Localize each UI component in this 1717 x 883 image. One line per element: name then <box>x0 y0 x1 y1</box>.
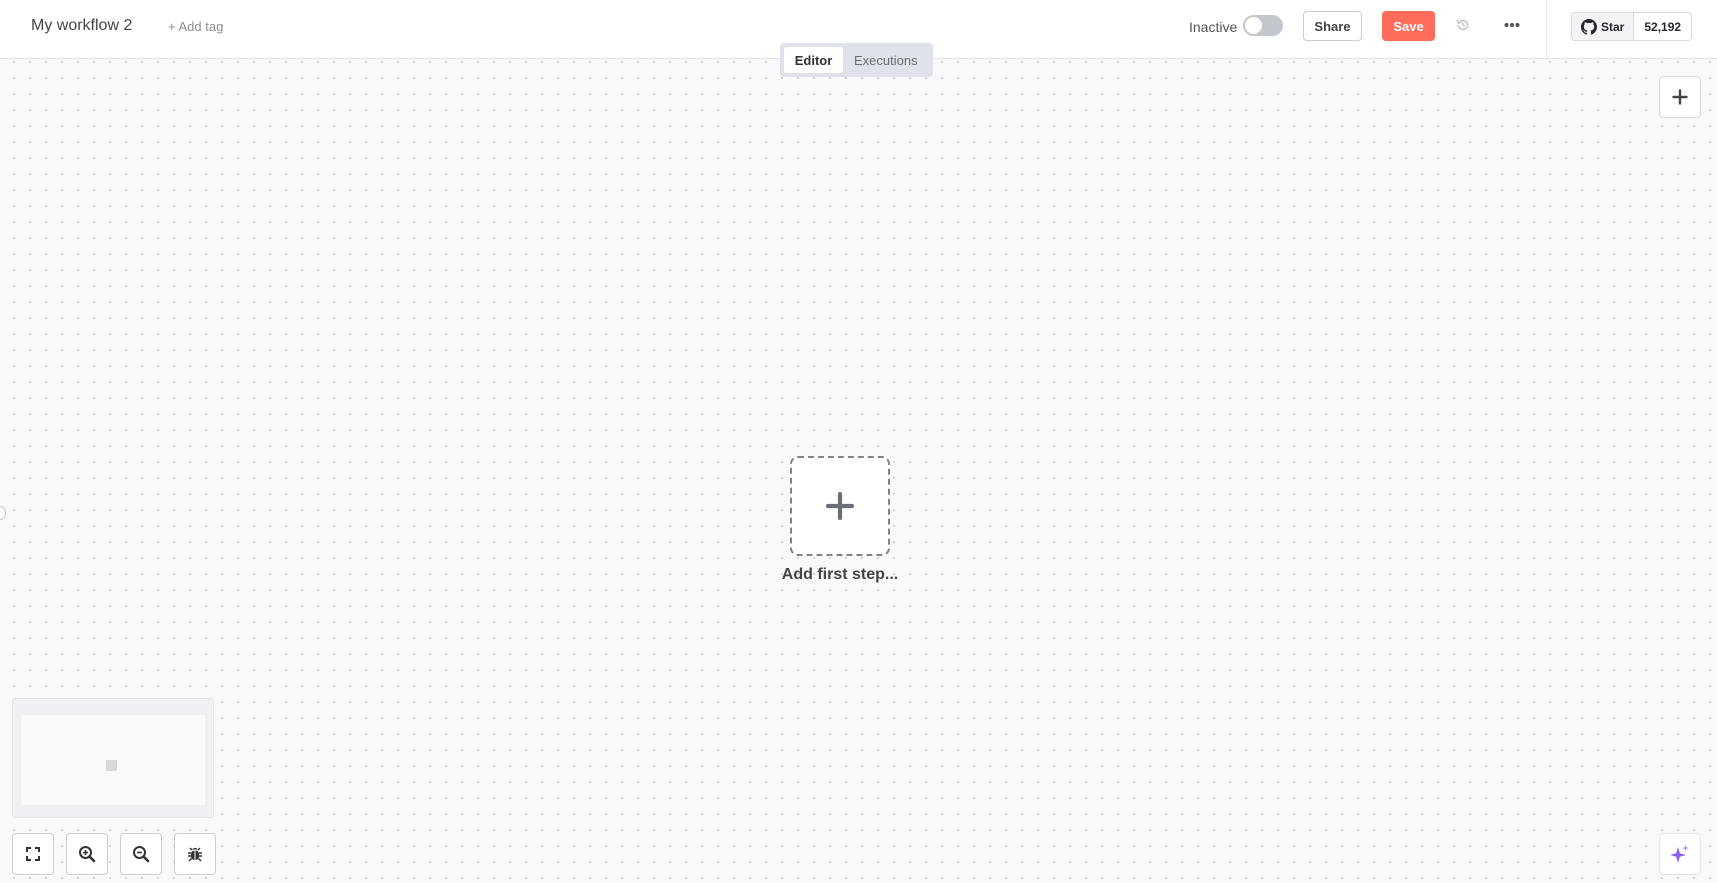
zoom-out-icon <box>133 846 150 863</box>
github-star-label: Star <box>1601 19 1625 34</box>
fit-view-button[interactable] <box>12 833 54 875</box>
debug-button[interactable] <box>174 833 216 875</box>
github-star-button[interactable]: Star <box>1572 13 1635 40</box>
tab-executions[interactable]: Executions <box>847 47 925 73</box>
plus-icon <box>825 491 855 521</box>
header-divider <box>1546 0 1547 59</box>
ai-assistant-button[interactable] <box>1659 833 1701 875</box>
add-tag-button[interactable]: + Add tag <box>168 19 223 34</box>
workflow-title[interactable]: My workflow 2 <box>31 17 132 35</box>
save-button[interactable]: Save <box>1382 11 1435 41</box>
share-button[interactable]: Share <box>1303 11 1362 41</box>
history-icon <box>1457 19 1469 31</box>
bug-icon <box>188 847 202 862</box>
active-status-label: Inactive <box>1189 19 1238 35</box>
toggle-knob <box>1245 17 1262 34</box>
github-icon <box>1581 18 1597 35</box>
more-options-button[interactable] <box>1500 14 1524 36</box>
mode-tabs: Editor Executions <box>780 43 933 77</box>
tab-editor[interactable]: Editor <box>784 47 843 73</box>
sidebar-edge-handle[interactable] <box>0 506 6 520</box>
github-star-count[interactable]: 52,192 <box>1634 13 1692 40</box>
zoom-out-button[interactable] <box>120 833 162 875</box>
add-first-step-button[interactable] <box>790 456 890 556</box>
minimap[interactable] <box>12 698 214 818</box>
ellipsis-icon <box>1504 23 1520 27</box>
fullscreen-icon <box>26 847 40 861</box>
zoom-in-icon <box>79 846 96 863</box>
zoom-in-button[interactable] <box>66 833 108 875</box>
github-star-widget: Star 52,192 <box>1571 12 1693 41</box>
active-toggle[interactable] <box>1243 15 1283 36</box>
open-nodes-panel-button[interactable] <box>1659 76 1701 118</box>
sparkle-icon <box>1670 844 1689 863</box>
add-first-step-label: Add first step... <box>781 566 899 583</box>
history-button[interactable] <box>1452 14 1474 36</box>
plus-icon <box>1672 89 1688 105</box>
minimap-node <box>106 760 117 771</box>
